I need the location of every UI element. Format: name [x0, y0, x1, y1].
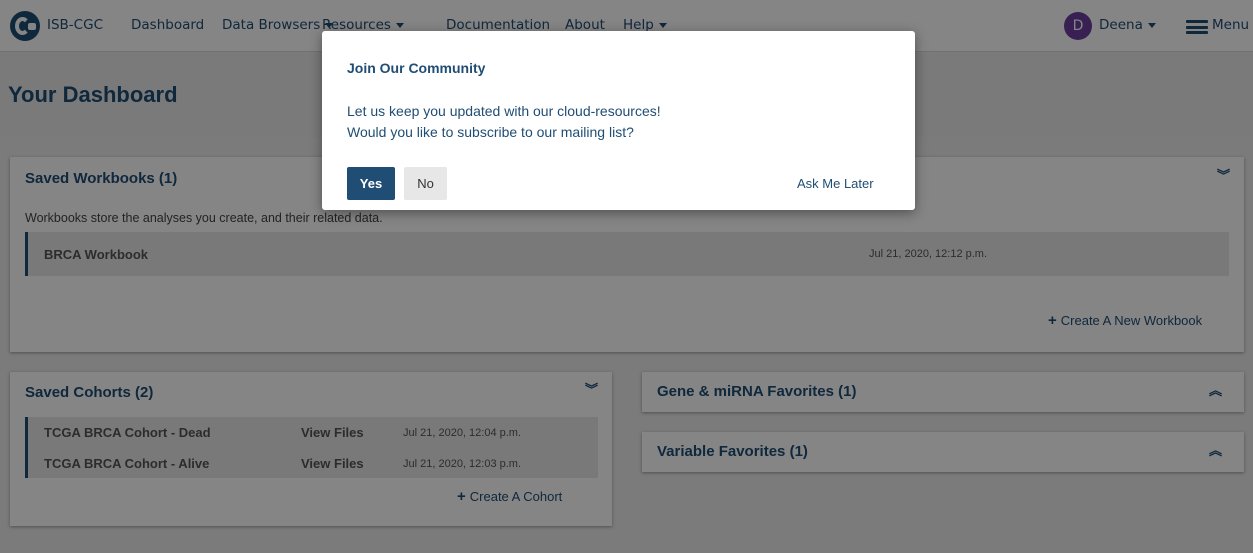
ask-me-later-link[interactable]: Ask Me Later — [797, 176, 874, 191]
modal-message: Let us keep you updated with our cloud-r… — [347, 101, 661, 143]
modal-message-line-1: Let us keep you updated with our cloud-r… — [347, 103, 661, 119]
yes-button[interactable]: Yes — [347, 167, 395, 200]
no-button[interactable]: No — [404, 167, 447, 200]
subscribe-modal: Join Our Community Let us keep you updat… — [322, 31, 915, 210]
modal-message-line-2: Would you like to subscribe to our maili… — [347, 124, 634, 140]
modal-title: Join Our Community — [347, 60, 486, 76]
